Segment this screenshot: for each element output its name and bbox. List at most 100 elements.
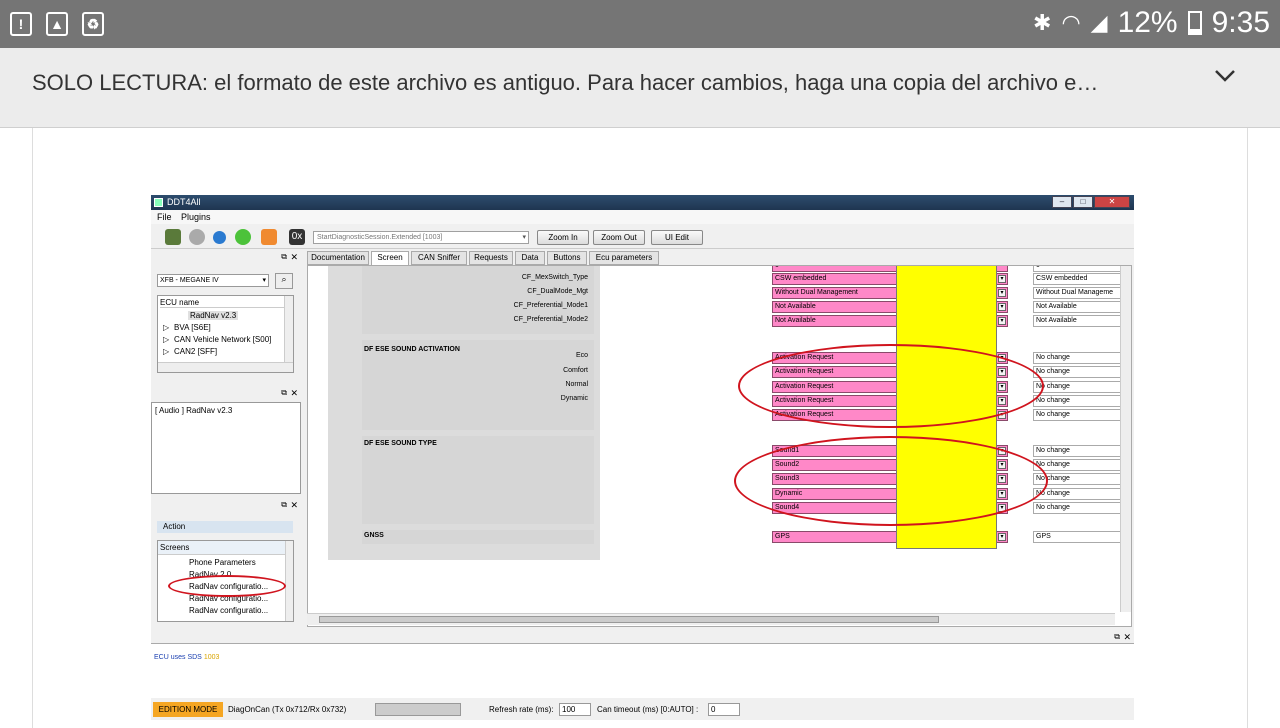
hex-mode-icon[interactable]: 0x xyxy=(289,229,305,245)
screen-view: 0 0 CF_MexSwitch_Type CSW embedded ▾ CSW … xyxy=(307,265,1132,627)
screen-item[interactable]: RadNav configuratio... xyxy=(189,606,268,615)
log-panel: ECU uses SDS 1003 xyxy=(151,643,1134,698)
tab-ecu-parameters[interactable]: Ecu parameters xyxy=(589,251,659,265)
screen-item[interactable]: RadNav configuratio... xyxy=(189,594,268,603)
float-icon[interactable]: ⧉ xyxy=(281,388,287,398)
tab-documentation[interactable]: Documentation xyxy=(307,251,369,265)
float-icon[interactable]: ⧉ xyxy=(281,500,287,510)
alert-icon: ! xyxy=(10,12,32,36)
log-text: ECU uses SDS xyxy=(154,654,202,661)
refresh-value: 100 xyxy=(562,705,576,714)
close-button[interactable]: ✕ xyxy=(1094,196,1130,208)
refresh-icon[interactable] xyxy=(213,231,226,244)
audio-panel-header: ⧉ ✕ xyxy=(151,388,301,400)
field-value: Activation Request xyxy=(775,411,834,418)
screen-item[interactable]: Phone Parameters xyxy=(189,558,256,567)
dropdown-arrow-icon: ▾ xyxy=(998,475,1006,483)
screen-hscrollbar[interactable] xyxy=(307,613,1115,625)
tab-buttons[interactable]: Buttons xyxy=(547,251,587,265)
recycle-icon: ♻ xyxy=(82,12,104,36)
comfort-current: No change xyxy=(1033,366,1121,378)
dropdown-arrow-icon: ▾ xyxy=(998,461,1006,469)
timeout-value: 0 xyxy=(711,705,716,714)
refresh-label: Refresh rate (ms): xyxy=(489,705,554,714)
sound-type-1-current: No change xyxy=(1033,445,1121,457)
tree-expand-icon[interactable]: ▷ xyxy=(163,335,169,344)
yellow-panel xyxy=(896,266,997,549)
select-arrow-icon: ▾ xyxy=(262,277,266,284)
ecu-scan-icon[interactable] xyxy=(189,229,205,245)
field-value: GPS xyxy=(775,533,790,540)
float-icon[interactable]: ⧉ xyxy=(1114,632,1120,642)
panel-close-icon[interactable]: ✕ xyxy=(1123,632,1131,643)
ecu-search-icon[interactable]: ⌕ xyxy=(275,273,293,289)
refresh-rate-input[interactable]: 100 xyxy=(559,703,591,716)
ecu-tree: ECU name RadNav v2.3 ▷ BVA [S6E] ▷ CAN V… xyxy=(157,295,294,373)
play-icon[interactable] xyxy=(235,229,251,245)
tree-item[interactable]: BVA [S6E] xyxy=(174,323,211,332)
dropdown-arrow-icon: ▾ xyxy=(998,368,1006,376)
screens-panel-header: ⧉ ✕ xyxy=(151,500,301,512)
dropdown-arrow-icon: ▾ xyxy=(998,411,1006,419)
menu-file[interactable]: File xyxy=(157,212,172,222)
minimize-button[interactable]: – xyxy=(1052,196,1072,208)
group-title: DF ESE SOUND ACTIVATION xyxy=(364,346,460,353)
chevron-down-icon[interactable] xyxy=(1212,63,1238,89)
screens-scrollbar[interactable] xyxy=(285,541,293,621)
log-message: ECU uses SDS 1003 xyxy=(154,654,219,661)
menu-plugins[interactable]: Plugins xyxy=(181,212,211,222)
edition-mode-badge[interactable]: EDITION MODE xyxy=(153,702,223,717)
gnss-current: GPS xyxy=(1033,531,1121,543)
protocol-text: DiagOnCan (Tx 0x712/Rx 0x732) xyxy=(228,705,347,714)
request-combo[interactable]: StartDiagnosticSession.Extended [1003] ▾ xyxy=(313,231,529,244)
zoom-out-button[interactable]: Zoom Out xyxy=(593,230,645,245)
pref-mode1-current: Not Available xyxy=(1033,301,1121,313)
combo-arrow-icon: ▾ xyxy=(522,234,526,241)
tree-expand-icon[interactable]: ▷ xyxy=(163,323,169,332)
heartbeat-icon[interactable] xyxy=(261,229,277,245)
sound-type-4-current: No change xyxy=(1033,488,1121,500)
scroll-thumb[interactable] xyxy=(319,616,939,623)
field-value: Sound3 xyxy=(775,475,800,482)
sound-type-3-current: No change xyxy=(1033,473,1121,485)
screen-item[interactable]: RadNav configuratio... xyxy=(189,582,268,591)
field-value: Activation Request xyxy=(775,354,834,361)
audio-item[interactable]: [ Audio ] RadNav v2.3 xyxy=(155,406,232,415)
battery-percent: 12% xyxy=(1117,6,1178,39)
panel-close-icon[interactable]: ✕ xyxy=(290,252,298,263)
tree-expand-icon[interactable]: ▷ xyxy=(163,347,169,356)
can-timeout-input[interactable]: 0 xyxy=(708,703,740,716)
tree-scrollbar[interactable] xyxy=(284,296,293,362)
screen-item[interactable]: RadNav 2.0 xyxy=(189,570,231,579)
connect-icon[interactable] xyxy=(165,229,181,245)
zoom-in-button[interactable]: Zoom In xyxy=(537,230,589,245)
field-value: Not Available xyxy=(775,303,816,310)
tab-data[interactable]: Data xyxy=(515,251,545,265)
sound-type-group xyxy=(362,436,594,524)
dualmode-current: Without Dual Manageme xyxy=(1033,287,1121,299)
ui-edit-button[interactable]: UI Edit xyxy=(651,230,703,245)
field-value: Activation Request xyxy=(775,383,834,390)
tab-can-sniffer[interactable]: CAN Sniffer xyxy=(411,251,467,265)
tree-item[interactable]: CAN2 [SFF] xyxy=(174,347,217,356)
ecu-select[interactable]: XFB - MEGANE IV ▾ xyxy=(157,274,269,287)
mexswitch-current: CSW embedded xyxy=(1033,273,1121,285)
panel-close-icon[interactable]: ✕ xyxy=(290,388,298,399)
tree-item[interactable]: CAN Vehicle Network [S00] xyxy=(174,335,271,344)
tree-item[interactable]: RadNav v2.3 xyxy=(188,311,239,320)
group-title: GNSS xyxy=(364,532,384,539)
field-value: Activation Request xyxy=(775,368,834,375)
float-icon[interactable]: ⧉ xyxy=(281,252,287,262)
panel-close-icon[interactable]: ✕ xyxy=(290,500,298,511)
gnss-group xyxy=(362,530,594,544)
tree-hscrollbar[interactable] xyxy=(158,362,293,372)
timeout-label: Can timeout (ms) [0:AUTO] : xyxy=(597,705,699,714)
tab-requests[interactable]: Requests xyxy=(469,251,513,265)
tab-screen[interactable]: Screen xyxy=(371,251,409,266)
maximize-button[interactable]: □ xyxy=(1073,196,1093,208)
menubar: File Plugins xyxy=(151,210,1134,224)
param-label: Dynamic xyxy=(560,395,588,402)
clock: 9:35 xyxy=(1211,6,1270,39)
screen-vscrollbar[interactable] xyxy=(1120,266,1131,612)
screens-header: Screens xyxy=(158,541,286,555)
